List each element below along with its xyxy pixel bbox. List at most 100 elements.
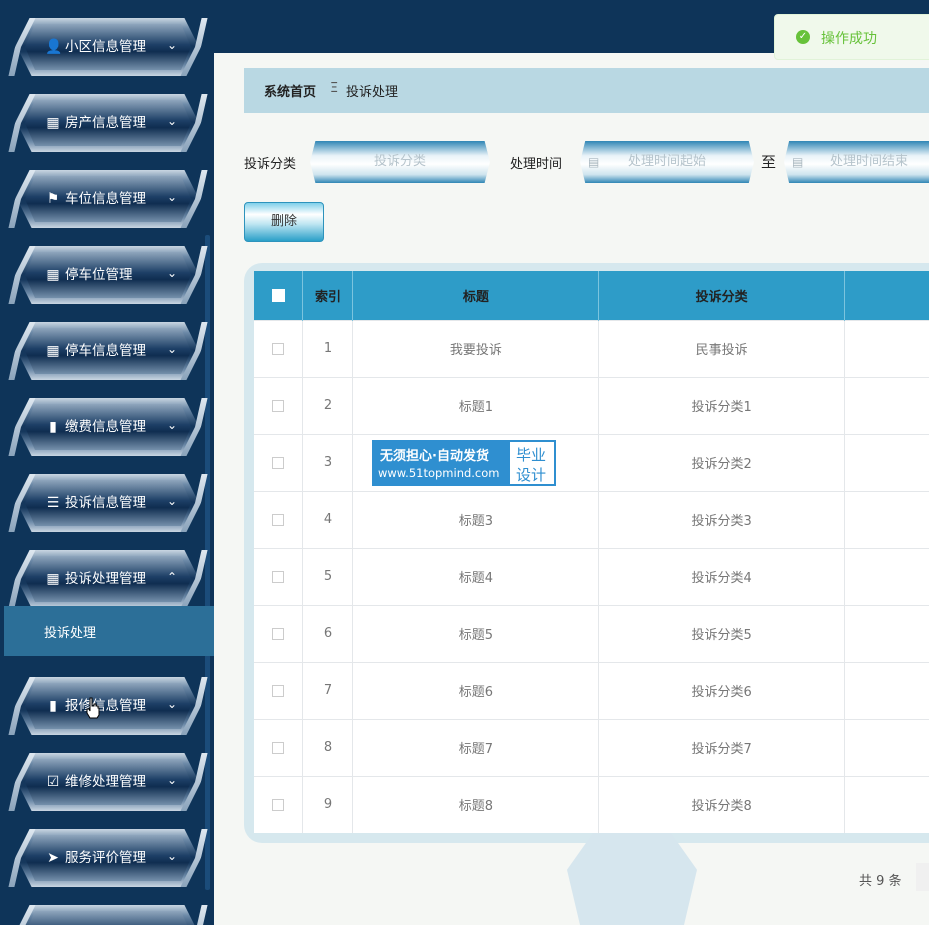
row-checkbox[interactable]: [272, 342, 285, 355]
sidebar-item-property[interactable]: ▦ 房产信息管理 ⌄: [17, 94, 199, 152]
sidebar-scrollbar[interactable]: [205, 235, 210, 890]
time-start-placeholder: 处理时间起始: [627, 154, 706, 169]
sidebar-item-community[interactable]: 👤 小区信息管理 ⌄: [17, 18, 199, 76]
cell-category: 投诉分类2: [598, 433, 846, 491]
cell-index: 7: [302, 661, 354, 719]
breadcrumb-separator-icon: Ξ: [330, 81, 339, 96]
chevron-down-icon: ⌄: [167, 266, 178, 280]
category-filter-placeholder: 投诉分类: [373, 154, 426, 169]
table-row[interactable]: 9 标题8 投诉分类8: [254, 775, 929, 833]
breadcrumb-home[interactable]: 系统首页: [264, 81, 316, 100]
cell-index: 6: [302, 604, 354, 662]
watermark-line2: www.51topmind.com: [378, 466, 500, 480]
table-header-row: 索引 标题 投诉分类: [254, 271, 929, 320]
row-checkbox[interactable]: [272, 399, 285, 412]
row-select-cell: [254, 376, 304, 434]
select-all-header: [254, 271, 304, 320]
row-select-cell: [254, 661, 304, 719]
table-row[interactable]: 8 标题7 投诉分类7: [254, 718, 929, 776]
table-row[interactable]: 5 标题4 投诉分类4: [254, 547, 929, 605]
sidebar-item-parking-space[interactable]: ▦ 停车位管理 ⌄: [17, 246, 199, 304]
grid-icon: ▦: [46, 115, 60, 131]
row-checkbox[interactable]: [272, 570, 285, 583]
watermark-left: 无须担心·自动发货 www.51topmind.com: [374, 442, 510, 484]
watermark-right1: 毕业: [516, 446, 547, 464]
cell-title: 标题6: [352, 661, 600, 719]
cell-title: 我要投诉: [352, 319, 600, 377]
row-checkbox[interactable]: [272, 627, 285, 640]
cell-more: [844, 661, 929, 719]
cell-more: [844, 718, 929, 776]
row-select-cell: [254, 319, 304, 377]
cell-more: [844, 490, 929, 548]
cell-more: [844, 604, 929, 662]
row-checkbox[interactable]: [272, 684, 285, 697]
row-checkbox[interactable]: [272, 798, 285, 811]
user-icon: 👤: [45, 39, 63, 55]
column-header-title[interactable]: 标题: [352, 271, 600, 320]
hand-cursor-icon: [86, 697, 100, 719]
cell-title: 标题3: [352, 490, 600, 548]
cell-title: 标题5: [352, 604, 600, 662]
chevron-down-icon: ⌄: [167, 342, 178, 356]
cell-more: [844, 319, 929, 377]
sidebar-item-label: 小区信息管理: [65, 39, 146, 55]
row-select-cell: [254, 547, 304, 605]
calendar-icon: ▤: [588, 155, 600, 169]
breadcrumb: 系统首页 Ξ 投诉处理: [244, 68, 929, 113]
cell-index: 1: [302, 319, 354, 377]
row-checkbox[interactable]: [272, 513, 285, 526]
time-end-input[interactable]: ▤ 处理时间结束: [784, 141, 929, 183]
bar-chart-icon: ▮: [49, 419, 57, 435]
cell-category: 民事投诉: [598, 319, 846, 377]
table-row[interactable]: 1 我要投诉 民事投诉: [254, 319, 929, 377]
sidebar-subitem-label: 投诉处理: [44, 626, 97, 641]
success-toast: ✓ 操作成功: [774, 14, 929, 60]
chevron-down-icon: ⌄: [167, 494, 178, 508]
table-row[interactable]: 7 标题6 投诉分类6: [254, 661, 929, 719]
table-row[interactable]: 4 标题3 投诉分类3: [254, 490, 929, 548]
sidebar-item-service-rating[interactable]: ➤ 服务评价管理 ⌄: [17, 829, 199, 887]
category-filter-input[interactable]: 投诉分类: [310, 141, 490, 183]
table-container: 索引 标题 投诉分类 1 我要投诉 民事投诉 2 标题1 投诉分类1 3 投诉分…: [244, 263, 929, 843]
range-separator: 至: [761, 153, 777, 171]
pagination-control[interactable]: [916, 863, 929, 891]
sidebar-item-repair-handling[interactable]: ☑ 维修处理管理 ⌄: [17, 753, 199, 811]
check-circle-icon: ✓: [796, 30, 810, 44]
chevron-down-icon: ⌄: [167, 114, 178, 128]
row-checkbox[interactable]: [272, 456, 285, 469]
time-start-input[interactable]: ▤ 处理时间起始: [580, 141, 754, 183]
delete-button[interactable]: 删除: [244, 202, 324, 242]
cell-more: [844, 376, 929, 434]
sidebar-subitem-complaint-handling[interactable]: 投诉处理: [4, 606, 214, 656]
table-row[interactable]: 6 标题5 投诉分类5: [254, 604, 929, 662]
sidebar-item-label: 服务评价管理: [65, 850, 146, 866]
sidebar-item-repair-info[interactable]: ▮ 报修信息管理 ⌄: [17, 677, 199, 735]
column-header-index[interactable]: 索引: [302, 271, 354, 320]
sidebar-item-label: 停车位管理: [65, 267, 133, 283]
cell-index: 4: [302, 490, 354, 548]
sidebar-item-partial[interactable]: [17, 905, 199, 925]
category-filter-label: 投诉分类: [244, 157, 297, 172]
sidebar-item-complaint-info[interactable]: ☰ 投诉信息管理 ⌄: [17, 474, 199, 532]
row-checkbox[interactable]: [272, 741, 285, 754]
clipboard-check-icon: ☑: [46, 774, 60, 790]
cell-category: 投诉分类6: [598, 661, 846, 719]
sidebar: 👤 小区信息管理 ⌄ ▦ 房产信息管理 ⌄ ⚑ 车位信息管理 ⌄ ▦ 停车位管理…: [0, 0, 214, 925]
select-all-checkbox[interactable]: [271, 288, 285, 302]
sidebar-item-parking-record[interactable]: ▦ 停车信息管理 ⌄: [17, 322, 199, 380]
sidebar-item-complaint-handling[interactable]: ▦ 投诉处理管理 ⌃: [17, 550, 199, 608]
cell-more: [844, 547, 929, 605]
sidebar-item-label: 车位信息管理: [65, 191, 146, 207]
cell-index: 2: [302, 376, 354, 434]
table-row[interactable]: 2 标题1 投诉分类1: [254, 376, 929, 434]
grid-icon: ▦: [46, 267, 60, 283]
table-row[interactable]: 3 标题2 投诉分类2: [254, 433, 929, 491]
column-header-more: [844, 271, 929, 320]
sidebar-item-label: 缴费信息管理: [65, 419, 146, 435]
column-header-category[interactable]: 投诉分类: [598, 271, 846, 320]
cell-title: 标题4: [352, 547, 600, 605]
sidebar-item-parking-info[interactable]: ⚑ 车位信息管理 ⌄: [17, 170, 199, 228]
cell-category: 投诉分类3: [598, 490, 846, 548]
sidebar-item-payment[interactable]: ▮ 缴费信息管理 ⌄: [17, 398, 199, 456]
